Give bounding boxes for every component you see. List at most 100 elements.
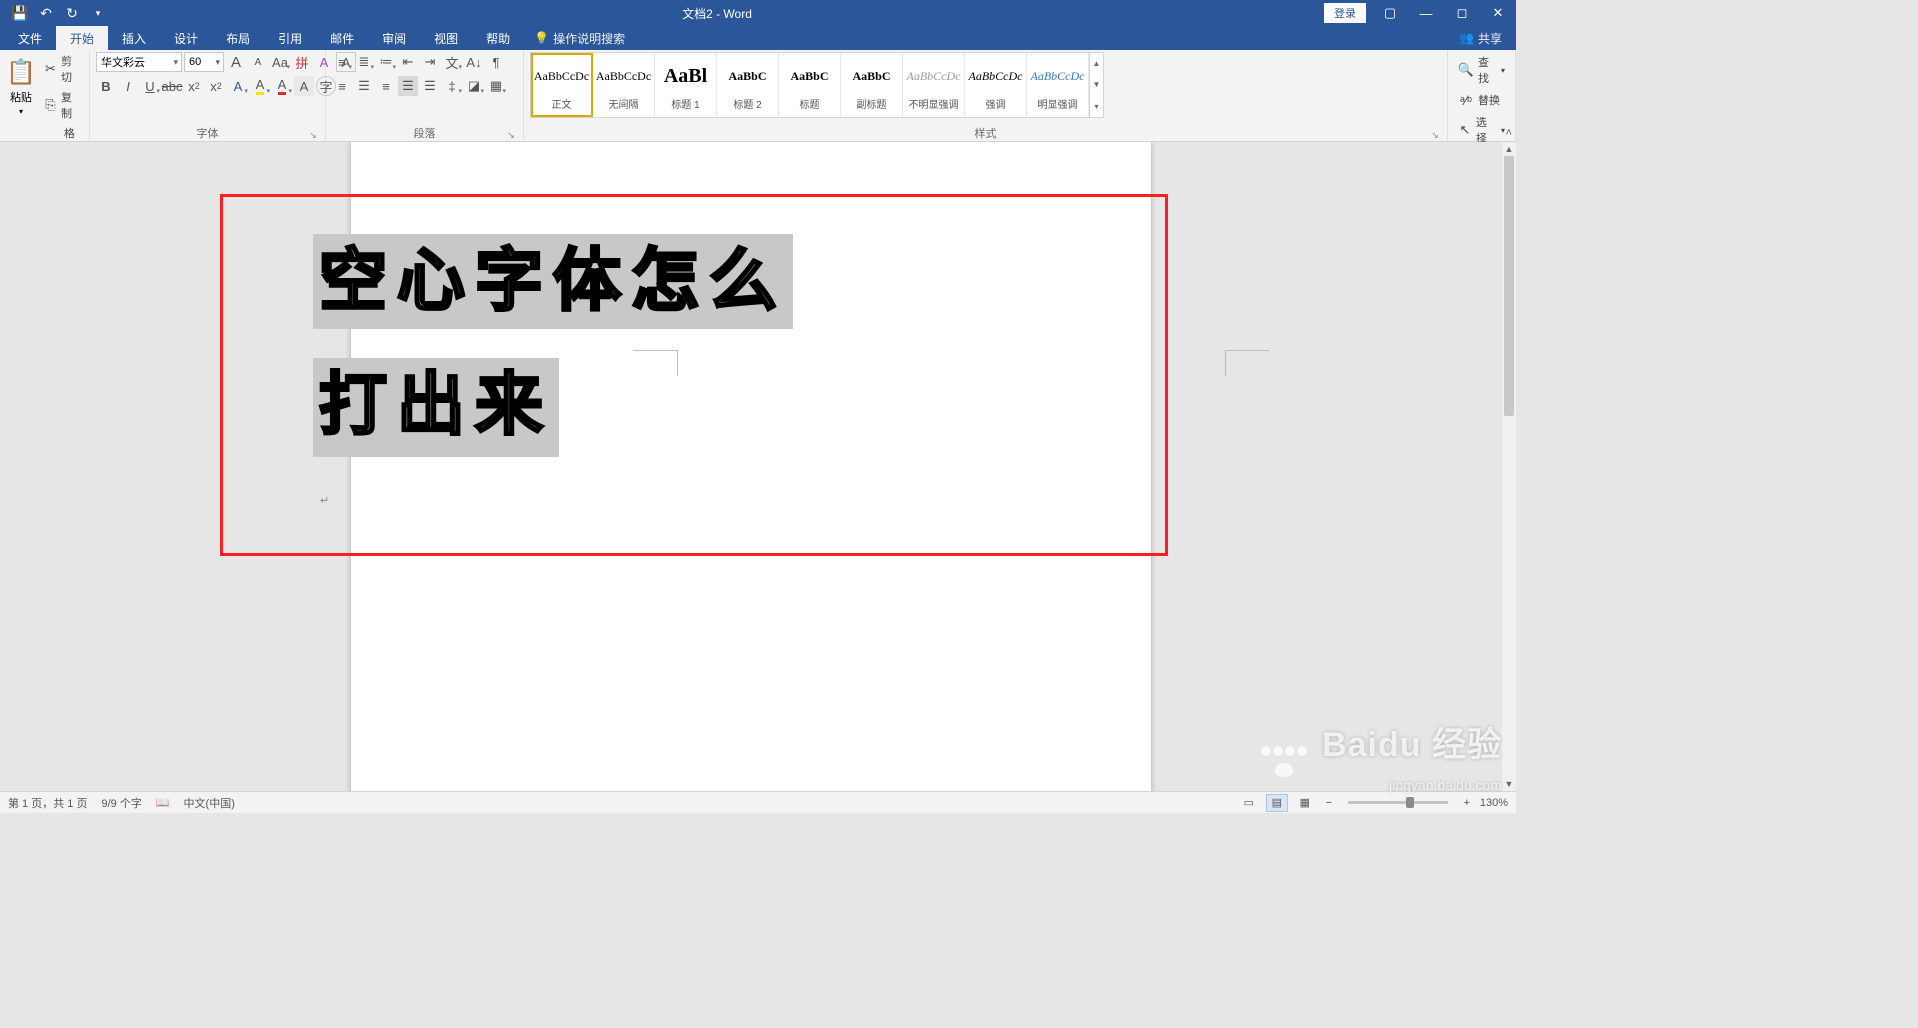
asian-layout-button[interactable]: 文▾ xyxy=(442,52,462,72)
tab-home[interactable]: 开始 xyxy=(56,26,108,51)
borders-button[interactable]: ▦▾ xyxy=(486,76,506,96)
clear-format-button[interactable]: A xyxy=(314,52,334,72)
phonetic-guide-button[interactable]: 拼 xyxy=(292,52,312,72)
scroll-track[interactable] xyxy=(1502,156,1516,777)
share-button[interactable]: 👥 共享 xyxy=(1445,30,1516,47)
word-count[interactable]: 9/9 个字 xyxy=(101,795,141,811)
print-layout-button[interactable]: ▤ xyxy=(1266,794,1288,812)
maximize-button[interactable]: ◻ xyxy=(1444,0,1480,26)
bold-button[interactable]: B xyxy=(96,76,116,96)
tab-help[interactable]: 帮助 xyxy=(472,26,524,51)
minimize-button[interactable]: — xyxy=(1408,0,1444,26)
save-button[interactable]: 💾 xyxy=(8,1,32,25)
undo-button[interactable]: ↶ xyxy=(34,1,58,25)
show-marks-button[interactable]: ¶ xyxy=(486,52,506,72)
copy-button[interactable]: ⎘复制 xyxy=(40,88,83,122)
shrink-font-button[interactable]: A xyxy=(248,52,268,72)
ribbon: 📋 粘贴 ▾ ✂剪切 ⎘复制 🖌格式刷 剪贴板↘ 华文彩云 60 A A Aa▾… xyxy=(0,50,1516,142)
selected-text-line2[interactable]: 打出来 xyxy=(313,358,559,457)
numbering-button[interactable]: ≣▾ xyxy=(354,52,374,72)
highlight-button[interactable]: A▾ xyxy=(250,76,270,96)
style-item-6[interactable]: AaBbCcDc不明显强调 xyxy=(903,53,965,117)
find-button[interactable]: 🔍查找▾ xyxy=(1454,52,1509,88)
read-mode-button[interactable]: ▭ xyxy=(1238,794,1260,812)
page-status[interactable]: 第 1 页，共 1 页 xyxy=(8,795,87,811)
copy-label: 复制 xyxy=(61,89,79,121)
replace-button[interactable]: ᵃ⁄ᵇ替换 xyxy=(1454,90,1509,110)
font-size-select[interactable]: 60 xyxy=(184,52,224,72)
tab-references[interactable]: 引用 xyxy=(264,26,316,51)
close-button[interactable]: ✕ xyxy=(1480,0,1516,26)
distribute-button[interactable]: ☰ xyxy=(420,76,440,96)
ribbon-tabs: 文件 开始 插入 设计 布局 引用 邮件 审阅 视图 帮助 💡 操作说明搜索 👥… xyxy=(0,26,1516,50)
align-right-button[interactable]: ≡ xyxy=(376,76,396,96)
styles-dialog-launcher[interactable]: ↘ xyxy=(1429,129,1441,141)
grow-font-button[interactable]: A xyxy=(226,52,246,72)
align-center-button[interactable]: ☰ xyxy=(354,76,374,96)
superscript-button[interactable]: x2 xyxy=(206,76,226,96)
tab-layout[interactable]: 布局 xyxy=(212,26,264,51)
paragraph-dialog-launcher[interactable]: ↘ xyxy=(505,129,517,141)
margin-guide xyxy=(677,350,678,376)
spellcheck-icon[interactable]: 📖 xyxy=(156,796,170,809)
web-layout-button[interactable]: ▦ xyxy=(1294,794,1316,812)
underline-button[interactable]: U▾ xyxy=(140,76,160,96)
language-status[interactable]: 中文(中国) xyxy=(184,795,235,811)
sort-button[interactable]: A↓ xyxy=(464,52,484,72)
paste-button[interactable]: 📋 粘贴 ▾ xyxy=(6,52,36,122)
tab-review[interactable]: 审阅 xyxy=(368,26,420,51)
style-item-3[interactable]: AaBbC标题 2 xyxy=(717,53,779,117)
subscript-button[interactable]: x2 xyxy=(184,76,204,96)
change-case-button[interactable]: Aa▾ xyxy=(270,52,290,72)
scroll-up-button[interactable]: ▲ xyxy=(1502,142,1516,156)
font-dialog-launcher[interactable]: ↘ xyxy=(307,129,319,141)
scroll-thumb[interactable] xyxy=(1504,156,1514,416)
tab-mailings[interactable]: 邮件 xyxy=(316,26,368,51)
style-item-0[interactable]: AaBbCcDc正文 xyxy=(531,53,593,117)
zoom-out-button[interactable]: − xyxy=(1322,797,1336,809)
text-effects-button[interactable]: A▾ xyxy=(228,76,248,96)
italic-button[interactable]: I xyxy=(118,76,138,96)
cut-button[interactable]: ✂剪切 xyxy=(40,52,83,86)
collapse-ribbon-button[interactable]: ˄ xyxy=(1506,127,1512,139)
tell-me-label: 操作说明搜索 xyxy=(553,30,625,47)
char-shading-button[interactable]: A xyxy=(294,76,314,96)
style-item-5[interactable]: AaBbC副标题 xyxy=(841,53,903,117)
increase-indent-button[interactable]: ⇥ xyxy=(420,52,440,72)
styles-more-button[interactable]: ▲▼▾ xyxy=(1089,53,1103,117)
font-color-button[interactable]: A▾ xyxy=(272,76,292,96)
style-item-1[interactable]: AaBbCcDc无间隔 xyxy=(593,53,655,117)
strikethrough-button[interactable]: abc xyxy=(162,76,182,96)
vertical-scrollbar[interactable]: ▲ ▼ xyxy=(1502,142,1516,791)
ribbon-options-button[interactable]: ▢ xyxy=(1372,0,1408,26)
tab-insert[interactable]: 插入 xyxy=(108,26,160,51)
bullets-button[interactable]: ≡▾ xyxy=(332,52,352,72)
style-item-2[interactable]: AaBl标题 1 xyxy=(655,53,717,117)
align-left-button[interactable]: ≡ xyxy=(332,76,352,96)
shading-button[interactable]: ◪▾ xyxy=(464,76,484,96)
tab-view[interactable]: 视图 xyxy=(420,26,472,51)
zoom-slider[interactable] xyxy=(1348,801,1448,804)
line-spacing-button[interactable]: ‡▾ xyxy=(442,76,462,96)
align-justify-button[interactable]: ☰ xyxy=(398,76,418,96)
style-item-8[interactable]: AaBbCcDc明显强调 xyxy=(1027,53,1089,117)
tab-file[interactable]: 文件 xyxy=(4,26,56,51)
redo-button[interactable]: ↻ xyxy=(60,1,84,25)
zoom-in-button[interactable]: + xyxy=(1460,797,1474,809)
style-name-label: 强调 xyxy=(986,96,1006,111)
tab-design[interactable]: 设计 xyxy=(160,26,212,51)
font-name-select[interactable]: 华文彩云 xyxy=(96,52,182,72)
zoom-thumb[interactable] xyxy=(1406,797,1414,808)
tell-me-search[interactable]: 💡 操作说明搜索 xyxy=(524,30,635,47)
selected-text-line1[interactable]: 空心字体怎么 xyxy=(313,234,793,329)
qat-customize[interactable]: ▾ xyxy=(86,1,110,25)
style-item-7[interactable]: AaBbCcDc强调 xyxy=(965,53,1027,117)
login-button[interactable]: 登录 xyxy=(1324,3,1366,23)
decrease-indent-button[interactable]: ⇤ xyxy=(398,52,418,72)
scissors-icon: ✂ xyxy=(44,61,57,77)
scroll-down-button[interactable]: ▼ xyxy=(1502,777,1516,791)
style-item-4[interactable]: AaBbC标题 xyxy=(779,53,841,117)
zoom-level[interactable]: 130% xyxy=(1480,797,1508,809)
margin-guide xyxy=(633,350,677,351)
multilevel-list-button[interactable]: ≔▾ xyxy=(376,52,396,72)
